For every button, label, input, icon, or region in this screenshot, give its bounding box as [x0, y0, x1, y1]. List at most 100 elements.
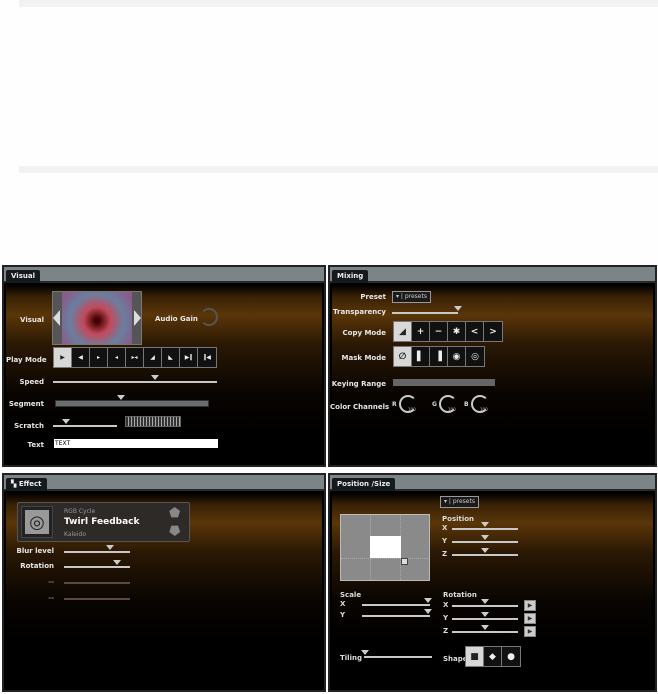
visual-thumbnail[interactable]: [52, 291, 142, 345]
copy-mode-button[interactable]: −: [430, 322, 448, 341]
top-bar: [19, 0, 658, 7]
channel-r-knob[interactable]: 100: [399, 395, 417, 413]
effect-param-label: Rotation: [20, 562, 54, 570]
next-visual-icon[interactable]: [134, 310, 141, 326]
pos-y-slider[interactable]: [452, 535, 518, 543]
resize-handle[interactable]: [401, 558, 408, 565]
mask-mode-button[interactable]: ◎: [466, 347, 484, 366]
scale-x-slider[interactable]: [362, 598, 432, 606]
speed-slider[interactable]: [53, 375, 217, 383]
rot-y-animate-button[interactable]: ▶: [524, 613, 536, 624]
copy-mode-label: Copy Mode: [342, 329, 387, 337]
mask-mode-button[interactable]: ▐: [430, 347, 448, 366]
loop-forward-button[interactable]: ▶: [54, 348, 72, 367]
rot-x-slider[interactable]: [452, 599, 518, 607]
play-icon: ▶: [527, 602, 533, 609]
tiling-thumb[interactable]: [361, 650, 370, 655]
next-effect-name: Kaleido: [64, 531, 87, 538]
ping-pong-button[interactable]: ▸◂: [126, 348, 144, 367]
play-pause-forward-button[interactable]: ▶‖: [180, 348, 198, 367]
speed-thumb[interactable]: [150, 375, 159, 380]
sphere-button[interactable]: ●: [502, 647, 520, 666]
effect-param-label: --: [48, 594, 54, 602]
audio-gain-knob[interactable]: [200, 308, 218, 326]
copy-mode-button[interactable]: <: [466, 322, 484, 341]
tiling-slider[interactable]: [361, 650, 432, 658]
copy-mode-button[interactable]: ◢: [394, 322, 412, 341]
tab-mixing[interactable]: Mixing: [332, 270, 369, 283]
ramp-up-button[interactable]: ◢: [144, 348, 162, 367]
effect-up-icon[interactable]: ⬟: [169, 507, 180, 520]
scratch-wheel[interactable]: [125, 416, 181, 427]
transparency-thumb[interactable]: [454, 306, 462, 311]
copy-mode-button[interactable]: +: [412, 322, 430, 341]
previous-visual-icon[interactable]: [53, 310, 60, 326]
layer-rect[interactable]: [370, 536, 401, 558]
scratch-thumb[interactable]: [61, 419, 70, 424]
copy-mode-button[interactable]: >: [484, 322, 502, 341]
ping-pong-icon: ▸◂: [131, 354, 138, 361]
scale-label: Scale: [340, 591, 362, 599]
keying-range-bar[interactable]: [393, 379, 495, 386]
effect-down-icon[interactable]: ⬟: [169, 522, 180, 537]
rot-z-slider[interactable]: [452, 625, 518, 633]
rot-z-thumb[interactable]: [481, 625, 489, 630]
mask-mode-button[interactable]: ▌: [412, 347, 430, 366]
transparency-slider[interactable]: [392, 306, 462, 314]
effect-param-thumb[interactable]: [106, 545, 115, 550]
text-label: Text: [27, 441, 44, 449]
cube-button[interactable]: ◆: [484, 647, 502, 666]
square-button[interactable]: ■: [466, 647, 484, 666]
mask-mode-button[interactable]: ∅: [394, 347, 412, 366]
effect-selector[interactable]: ◎ RGB Cycle Twirl Feedback Kaleido ⬟ ⬟: [17, 502, 190, 542]
position-label: Position: [442, 515, 475, 523]
play-icon: ▶: [527, 615, 533, 622]
play-pause-forward-icon: ▶‖: [184, 354, 193, 361]
channel-b-knob[interactable]: 100: [471, 395, 489, 413]
play-backward-button[interactable]: ◂: [108, 348, 126, 367]
segment-bar[interactable]: [55, 395, 209, 407]
pos-x-label: X: [442, 524, 448, 532]
effect-param-slider[interactable]: [64, 598, 130, 600]
position-preview[interactable]: [340, 514, 430, 581]
tab-bar: ▚ Effect: [4, 475, 324, 491]
play-pause-backward-button[interactable]: ‖◀: [198, 348, 216, 367]
pos-y-thumb[interactable]: [481, 535, 489, 540]
scale-y-slider[interactable]: [362, 609, 432, 617]
ramp-down-button[interactable]: ◣: [162, 348, 180, 367]
tab-visual[interactable]: Visual: [6, 270, 40, 283]
pos-z-thumb[interactable]: [481, 548, 489, 553]
channel-g-knob[interactable]: 100: [439, 395, 457, 413]
segment-thumb[interactable]: [117, 395, 126, 400]
rot-x-label: X: [443, 601, 449, 609]
mask-mode-label: Mask Mode: [341, 354, 386, 362]
effect-param-slider[interactable]: [64, 545, 130, 553]
effect-param-slider[interactable]: [64, 560, 130, 568]
rot-x-animate-button[interactable]: ▶: [524, 600, 536, 611]
play-forward-button[interactable]: ▸: [90, 348, 108, 367]
tab-effect[interactable]: ▚ Effect: [6, 478, 47, 491]
scale-x-thumb[interactable]: [423, 598, 432, 603]
channel-g-label: G: [432, 401, 437, 408]
pos-z-slider[interactable]: [452, 548, 518, 556]
pos-x-slider[interactable]: [452, 522, 518, 530]
tiling-label: Tiling: [340, 654, 362, 662]
copy-mode-button[interactable]: ✱: [448, 322, 466, 341]
rot-x-thumb[interactable]: [481, 599, 489, 604]
text-input[interactable]: TEXT: [54, 439, 218, 448]
pos-x-thumb[interactable]: [481, 522, 489, 527]
rot-z-animate-button[interactable]: ▶: [524, 626, 536, 637]
preset-label: Preset: [360, 293, 386, 301]
mask-mode-button[interactable]: ◉: [448, 347, 466, 366]
scale-x-label: X: [340, 600, 346, 608]
preset-dropdown[interactable]: ▾ | presets: [392, 291, 431, 303]
scale-y-thumb[interactable]: [423, 609, 432, 614]
effect-param-slider[interactable]: [64, 582, 130, 584]
loop-backward-button[interactable]: ◀: [72, 348, 90, 367]
tab-position-size[interactable]: Position /Size: [332, 478, 396, 491]
scratch-slider[interactable]: [53, 419, 117, 427]
position-preset-dropdown[interactable]: ▾ | presets: [440, 496, 479, 508]
rot-y-slider[interactable]: [452, 612, 518, 620]
effect-param-thumb[interactable]: [112, 560, 121, 565]
rot-y-thumb[interactable]: [481, 612, 489, 617]
